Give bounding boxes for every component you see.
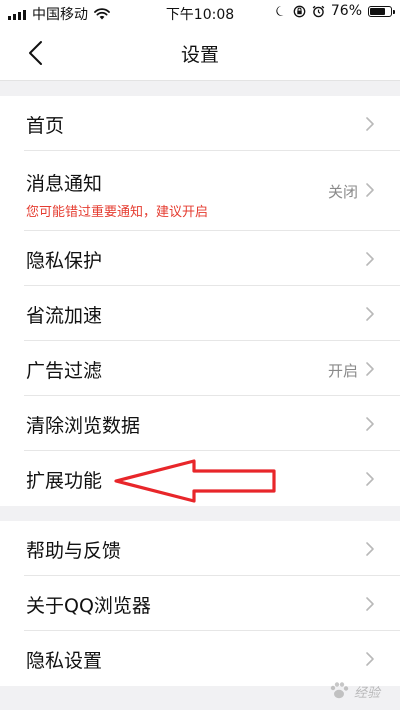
alarm-icon: [312, 5, 325, 18]
settings-row-label: 消息通知: [26, 173, 103, 195]
chevron-right-icon: [366, 362, 374, 376]
status-left: 中国移动: [8, 4, 110, 24]
chevron-right-icon: [366, 652, 374, 666]
chevron-right-icon: [366, 252, 374, 266]
settings-row-ad-filter[interactable]: 广告过滤 开启: [24, 341, 400, 396]
chevron-right-icon: [366, 117, 374, 131]
settings-row-label: 清除浏览数据: [26, 415, 141, 437]
chevron-right-icon: [366, 597, 374, 611]
settings-row-label: 广告过滤: [26, 360, 103, 382]
settings-row-label: 省流加速: [26, 305, 103, 327]
settings-row-label: 隐私设置: [26, 650, 103, 672]
settings-row-about-browser[interactable]: 关于QQ浏览器: [24, 576, 400, 631]
settings-row-label: 首页: [26, 115, 65, 137]
chevron-right-icon: [366, 472, 374, 486]
settings-row-label: 帮助与反馈: [26, 540, 122, 562]
chevron-left-icon: [29, 41, 42, 65]
back-button[interactable]: [18, 36, 52, 70]
moon-icon: [275, 5, 287, 17]
settings-row-extensions[interactable]: 扩展功能: [24, 451, 400, 506]
settings-row-notifications[interactable]: 消息通知 您可能错过重要通知，建议开启 关闭: [24, 151, 400, 231]
settings-row-label: 扩展功能: [26, 470, 103, 492]
settings-row-data-saver[interactable]: 省流加速: [24, 286, 400, 341]
settings-row-clear-browsing-data[interactable]: 清除浏览数据: [24, 396, 400, 451]
settings-row-privacy-protection[interactable]: 隐私保护: [24, 231, 400, 286]
notification-warning-text: 您可能错过重要通知，建议开启: [26, 205, 209, 220]
chevron-right-icon: [366, 542, 374, 556]
settings-row-help-feedback[interactable]: 帮助与反馈: [24, 521, 400, 576]
status-right: 76%: [275, 3, 395, 19]
wifi-icon: [94, 8, 110, 20]
signal-icon: [8, 8, 26, 20]
battery-icon: [368, 5, 395, 17]
battery-level: [370, 7, 386, 15]
orientation-lock-icon: [293, 5, 306, 18]
chevron-right-icon: [366, 417, 374, 431]
settings-row-label: 隐私保护: [26, 250, 103, 272]
nav-bar: 设置: [0, 26, 400, 81]
notification-status-value: 关闭: [327, 183, 358, 201]
carrier-name: 中国移动: [32, 7, 88, 23]
settings-row-home[interactable]: 首页: [24, 96, 400, 151]
settings-group-main: 首页 消息通知 您可能错过重要通知，建议开启 关闭 隐私保护 省流加速 广告过滤…: [0, 96, 400, 506]
status-bar: 中国移动 下午10:08 76%: [0, 0, 400, 26]
page-title: 设置: [180, 44, 219, 66]
settings-group-about: 帮助与反馈 关于QQ浏览器 隐私设置: [0, 521, 400, 686]
ad-filter-status-value: 开启: [327, 362, 358, 380]
battery-percent: 76%: [330, 3, 362, 19]
settings-row-privacy-settings[interactable]: 隐私设置: [24, 631, 400, 686]
settings-row-label: 关于QQ浏览器: [26, 595, 151, 617]
chevron-right-icon: [366, 307, 374, 321]
chevron-right-icon: [366, 183, 374, 197]
